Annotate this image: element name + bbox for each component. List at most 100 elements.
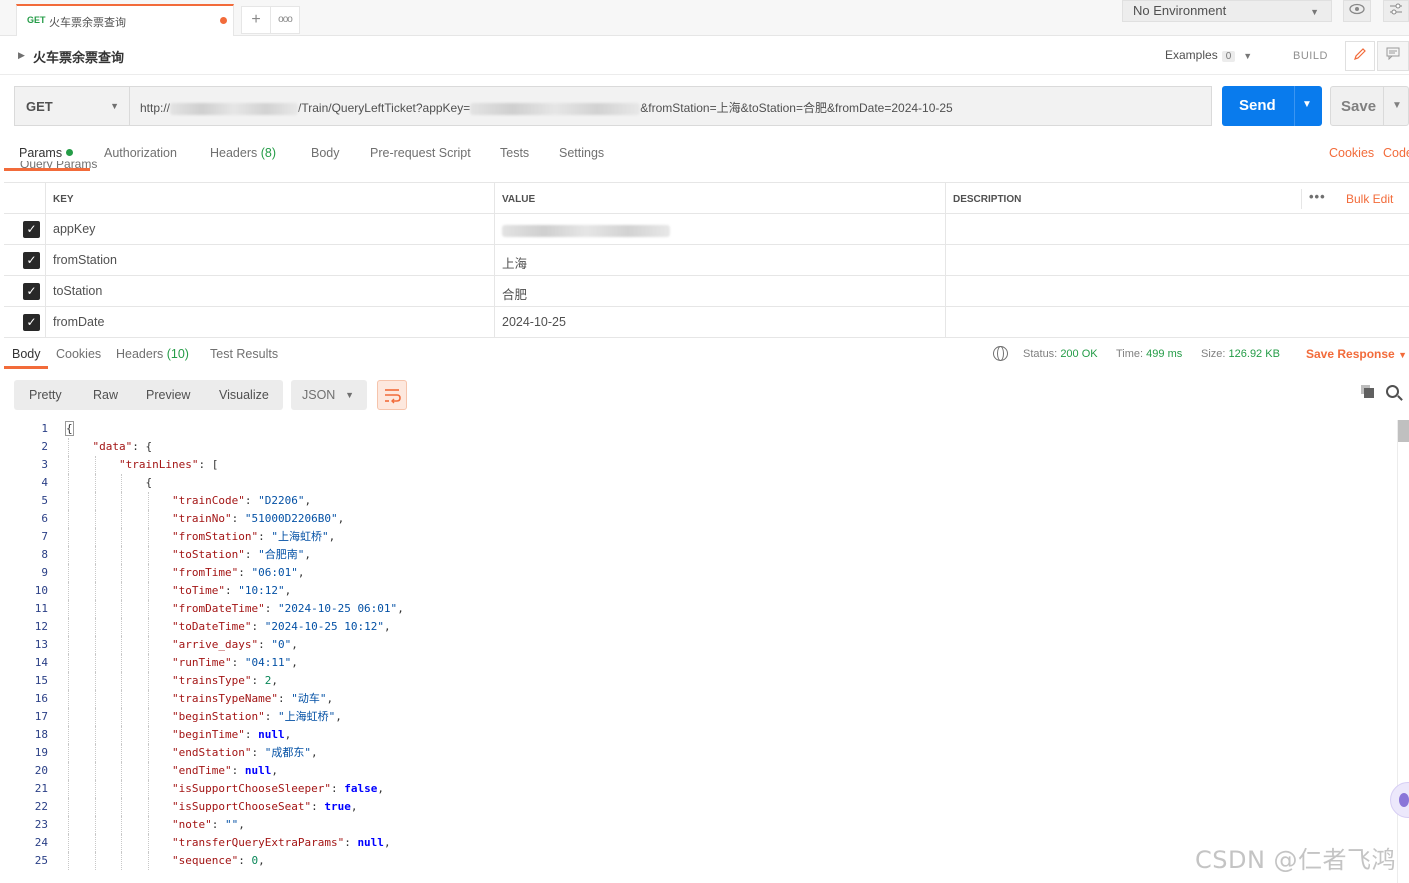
response-body-underline — [4, 366, 48, 369]
checkbox-header-cell — [4, 183, 46, 213]
code-token: "2024-10-25 06:01" — [277, 602, 398, 615]
code-token: : — [344, 836, 358, 849]
tab-prerequest-script[interactable]: Pre-request Script — [370, 146, 471, 160]
param-key[interactable]: fromDate — [46, 307, 495, 337]
search-icon[interactable] — [1386, 385, 1399, 398]
save-response-button[interactable]: Save Response ▼ — [1306, 347, 1407, 361]
line-number: 1 — [41, 422, 48, 435]
eye-icon[interactable] — [1343, 0, 1371, 22]
indent-guide — [94, 834, 96, 852]
line-number: 24 — [34, 836, 48, 849]
code-token: "isSupportChooseSeat" — [172, 800, 312, 813]
tab-authorization[interactable]: Authorization — [104, 146, 177, 160]
tab-body[interactable]: Body — [311, 146, 340, 160]
checkbox-checked-icon[interactable]: ✓ — [23, 314, 40, 331]
save-dropdown-chevron-icon[interactable]: ▼ — [1392, 100, 1402, 111]
url-input[interactable]: http:// /Train/QueryLeftTicket?appKey= &fr… — [129, 86, 1212, 126]
more-tabs-icon[interactable]: ooo — [270, 6, 300, 34]
param-key[interactable]: fromStation — [46, 245, 495, 275]
param-value[interactable]: 上海 — [495, 245, 946, 275]
scrollbar-thumb[interactable] — [1398, 420, 1409, 442]
environment-select[interactable]: No Environment ▼ — [1122, 0, 1332, 22]
code-token: "trainNo" — [172, 512, 232, 525]
params-active-dot-icon — [66, 149, 74, 156]
line-number: 16 — [34, 692, 48, 705]
settings-sliders-icon[interactable] — [1383, 0, 1409, 22]
indent-guide — [68, 816, 69, 834]
code-link[interactable]: Code — [1383, 146, 1409, 160]
comment-icon[interactable] — [1377, 41, 1409, 71]
param-value-redacted[interactable] — [495, 214, 946, 244]
code-token: "note" — [172, 818, 212, 831]
new-tab-plus-icon[interactable]: + — [241, 6, 271, 34]
param-key[interactable]: appKey — [46, 214, 495, 244]
response-body-editor[interactable]: 1{2 "data": {3 "trainLines": [4{5 "trainCod… — [0, 419, 1409, 883]
code-token: , — [284, 584, 292, 597]
tab-params[interactable]: Params — [19, 146, 74, 160]
globe-icon[interactable] — [993, 346, 1008, 361]
tab-tests[interactable]: Tests — [500, 146, 529, 160]
code-line: 5 "trainCode": "D2206", — [0, 492, 1400, 510]
send-label: Send — [1239, 97, 1276, 114]
indent-guide — [68, 618, 69, 636]
examples-count: 0 — [1221, 51, 1236, 62]
collapse-triangle-icon[interactable]: ▶ — [18, 50, 25, 61]
indent-guide — [94, 474, 96, 492]
checkbox-checked-icon[interactable]: ✓ — [23, 283, 40, 300]
examples-dropdown[interactable]: Examples 0 ▼ — [1165, 48, 1252, 62]
bulk-edit-link[interactable]: Bulk Edit — [1346, 192, 1393, 206]
code-token: "10:12" — [238, 584, 285, 597]
request-title: 火车票余票查询 — [33, 50, 125, 65]
watermark: CSDN @仁者飞鸿 — [1195, 846, 1397, 874]
param-value[interactable]: 合肥 — [495, 276, 946, 306]
code-text: "sequence": 0, — [172, 852, 265, 870]
view-raw[interactable]: Raw — [93, 388, 118, 402]
param-description[interactable] — [946, 245, 1409, 275]
indent-guide — [147, 708, 149, 726]
response-tab-headers[interactable]: Headers (10) — [116, 347, 189, 361]
indent-guide — [68, 690, 69, 708]
code-text: "note": "", — [172, 816, 245, 834]
cookies-link[interactable]: Cookies — [1329, 146, 1374, 160]
response-tab-cookies[interactable]: Cookies — [56, 347, 101, 361]
code-token: : — [238, 566, 252, 579]
view-pretty[interactable]: Pretty — [29, 388, 62, 402]
view-visualize[interactable]: Visualize — [219, 388, 269, 402]
code-token: "toStation" — [172, 548, 245, 561]
environment-label: No Environment — [1133, 3, 1227, 18]
param-key[interactable]: toStation — [46, 276, 495, 306]
indent-guide — [94, 600, 96, 618]
line-number: 15 — [34, 674, 48, 687]
more-options-icon[interactable]: ••• — [1309, 189, 1326, 204]
param-value[interactable]: 2024-10-25 — [495, 307, 946, 337]
code-token: : — [258, 638, 272, 651]
response-tab-body[interactable]: Body — [12, 347, 41, 361]
format-select[interactable]: JSON ▼ — [291, 380, 367, 410]
param-description[interactable] — [946, 276, 1409, 306]
copy-icon[interactable] — [1360, 384, 1374, 398]
param-description[interactable] — [946, 214, 1409, 244]
response-tabs: Body Cookies Headers (10) Test Results S… — [0, 339, 1409, 369]
tab-headers[interactable]: Headers (8) — [210, 146, 276, 160]
line-number: 25 — [34, 854, 48, 867]
checkbox-checked-icon[interactable]: ✓ — [23, 252, 40, 269]
indent-guide — [94, 636, 96, 654]
line-number: 7 — [41, 530, 48, 543]
response-tab-test-results[interactable]: Test Results — [210, 347, 278, 361]
wrap-lines-icon[interactable] — [377, 380, 407, 410]
save-button[interactable]: Save ▼ — [1330, 86, 1409, 126]
checkbox-checked-icon[interactable]: ✓ — [23, 221, 40, 238]
unsaved-dot-icon[interactable] — [220, 17, 227, 24]
code-token: null — [357, 836, 384, 849]
code-token: false — [344, 782, 378, 795]
tab-settings[interactable]: Settings — [559, 146, 604, 160]
pencil-icon[interactable] — [1345, 41, 1375, 71]
param-description[interactable] — [946, 307, 1409, 337]
send-dropdown-chevron-icon[interactable]: ▼ — [1302, 99, 1312, 110]
view-preview[interactable]: Preview — [146, 388, 190, 402]
build-label[interactable]: BUILD — [1293, 50, 1328, 62]
line-number: 19 — [34, 746, 48, 759]
request-tab[interactable]: GET 火车票余票查询 — [16, 4, 234, 36]
method-select[interactable]: GET ▼ — [14, 86, 130, 126]
send-button[interactable]: Send ▼ — [1222, 86, 1322, 126]
